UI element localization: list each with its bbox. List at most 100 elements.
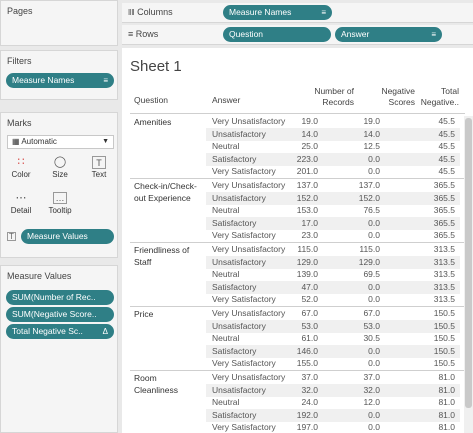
columns-pill-list-icon: ≡: [321, 8, 326, 17]
answer-cell: Neutral: [212, 205, 240, 216]
question-cell: Friendliness of Staff: [134, 244, 210, 268]
total-negative-cell: 313.5: [433, 294, 455, 305]
negative-scores-cell: 0.0: [368, 153, 380, 164]
total-negative-cell: 45.5: [438, 153, 455, 164]
records-cell: 197.0: [296, 422, 318, 433]
records-cell: 23.0: [301, 230, 318, 241]
total-negative-cell: 313.5: [433, 269, 455, 280]
rows-shelf[interactable]: ≡ Rows Question Answer ≡: [122, 25, 473, 45]
total-negative-cell: 45.5: [438, 128, 455, 139]
color-mark-button[interactable]: ∷ Color: [5, 155, 37, 185]
measure-pill-number-of-records[interactable]: SUM(Number of Rec..: [6, 290, 114, 305]
total-negative-header: Total Negative..: [412, 86, 459, 108]
records-cell: 61.0: [301, 333, 318, 344]
negative-scores-cell: 69.5: [363, 269, 380, 280]
answer-cell: Very Unsatisfactory: [212, 116, 286, 126]
measure-pill-total-negative[interactable]: Total Negative Sc.. Δ: [6, 324, 114, 339]
worksheet-view: Sheet 1 Question Answer Number of Record…: [122, 48, 473, 433]
measure-pill-negative-scores[interactable]: SUM(Negative Score..: [6, 307, 114, 322]
question-line: Staff: [134, 256, 152, 267]
answer-cell: Very Satisfactory: [212, 294, 276, 305]
table-row: Unsatisfactory 152.0 152.0 365.5: [206, 191, 460, 205]
vertical-scrollbar[interactable]: [464, 116, 473, 433]
rows-answer-pill[interactable]: Answer ≡: [335, 27, 442, 42]
negative-scores-cell: 37.0: [363, 372, 380, 382]
total-negative-cell: 365.5: [433, 230, 455, 241]
table-row: Unsatisfactory 32.0 32.0 81.0: [206, 383, 460, 397]
records-cell: 152.0: [296, 192, 318, 203]
filter-list-icon: ≡: [103, 76, 108, 85]
total-negative-cell: 81.0: [438, 372, 455, 382]
text-t-icon: T: [92, 156, 106, 169]
answer-header: Answer: [212, 95, 241, 105]
total-negative-cell: 365.5: [433, 192, 455, 203]
question-line: Cleanliness: [134, 384, 178, 395]
answer-cell: Very Satisfactory: [212, 230, 276, 241]
filters-card: Filters Measure Names ≡: [0, 50, 118, 100]
records-cell: 17.0: [301, 217, 318, 228]
rows-answer-list-icon: ≡: [431, 30, 436, 39]
tooltip-mark-label: Tooltip: [48, 206, 72, 215]
answer-cell: Unsatisfactory: [212, 256, 266, 267]
columns-icon: ‖‖: [128, 8, 135, 17]
answer-cell: Neutral: [212, 269, 240, 280]
columns-measure-names-pill[interactable]: Measure Names ≡: [223, 5, 332, 20]
tooltip-mark-button[interactable]: … Tooltip: [44, 191, 76, 221]
records-cell: 201.0: [296, 166, 318, 177]
text-field-icon: T: [7, 232, 16, 241]
records-cell: 14.0: [301, 128, 318, 139]
records-cell: 115.0: [297, 244, 318, 254]
columns-pill-label: Measure Names: [229, 7, 292, 17]
negative-scores-cell: 0.0: [368, 358, 380, 369]
question-line: Friendliness of: [134, 244, 190, 255]
chevron-down-icon: ▼: [102, 138, 109, 145]
size-mark-button[interactable]: ◯ Size: [44, 155, 76, 185]
negative-scores-cell: 0.0: [368, 422, 380, 433]
answer-cell: Unsatisfactory: [212, 128, 266, 139]
answer-cell: Very Unsatisfactory: [212, 244, 286, 254]
negative-scores-header: Negative Scores: [360, 86, 415, 108]
rows-question-pill[interactable]: Question: [223, 27, 331, 42]
total-negative-cell: 45.5: [438, 116, 455, 126]
answer-cell: Neutral: [212, 397, 240, 408]
negative-scores-cell: 0.0: [368, 217, 380, 228]
records-cell: 223.0: [296, 153, 318, 164]
table-row: Neutral 61.0 30.5 150.5: [206, 332, 460, 345]
negative-scores-cell: 53.0: [363, 320, 380, 331]
records-cell: 139.0: [296, 269, 318, 280]
question-line: Check-in/Check-: [134, 180, 197, 191]
scrollbar-thumb[interactable]: [465, 118, 472, 408]
table-row: Satisfactory 223.0 0.0 45.5: [206, 152, 460, 166]
columns-shelf[interactable]: ‖‖ Columns Measure Names ≡: [122, 3, 473, 23]
mark-type-dropdown[interactable]: ▦ Automatic ▼: [7, 135, 114, 149]
records-cell: 53.0: [301, 320, 318, 331]
filter-measure-names-pill[interactable]: Measure Names ≡: [6, 73, 114, 88]
total-negative-cell: 150.5: [433, 358, 455, 369]
negative-scores-cell: 137.0: [358, 180, 380, 190]
question-header: Question: [134, 95, 169, 105]
total-negative-cell: 365.5: [433, 217, 455, 228]
text-mark-button[interactable]: T Text: [83, 155, 115, 185]
sheet-title: Sheet 1: [130, 58, 182, 75]
question-line: Room: [134, 372, 157, 383]
rows-question-label: Question: [229, 29, 264, 39]
measure-pill-label: Total Negative Sc..: [12, 326, 83, 336]
table-row: Neutral 25.0 12.5 45.5: [206, 140, 460, 153]
records-cell: 25.0: [301, 141, 318, 152]
total-negative-cell: 365.5: [433, 180, 455, 190]
table-row: Very Unsatisfactory 37.0 37.0 81.0: [206, 371, 460, 384]
detail-mark-button[interactable]: ⋯ Detail: [5, 191, 37, 221]
marks-measure-values-pill[interactable]: Measure Values: [21, 229, 114, 244]
answer-cell: Very Satisfactory: [212, 166, 276, 177]
rows-label: Rows: [135, 29, 159, 39]
negative-scores-cell: 152.0: [358, 192, 380, 203]
records-cell: 146.0: [296, 345, 318, 356]
negative-scores-cell: 0.0: [368, 166, 380, 177]
total-negative-cell: 313.5: [433, 244, 455, 254]
color-dots-icon: ∷: [17, 156, 25, 168]
answer-cell: Satisfactory: [212, 153, 257, 164]
question-cell: Check-in/Check-out Experience: [134, 180, 210, 204]
negative-scores-cell: 32.0: [363, 384, 380, 395]
detail-mark-label: Detail: [10, 206, 32, 215]
answer-cell: Satisfactory: [212, 217, 257, 228]
